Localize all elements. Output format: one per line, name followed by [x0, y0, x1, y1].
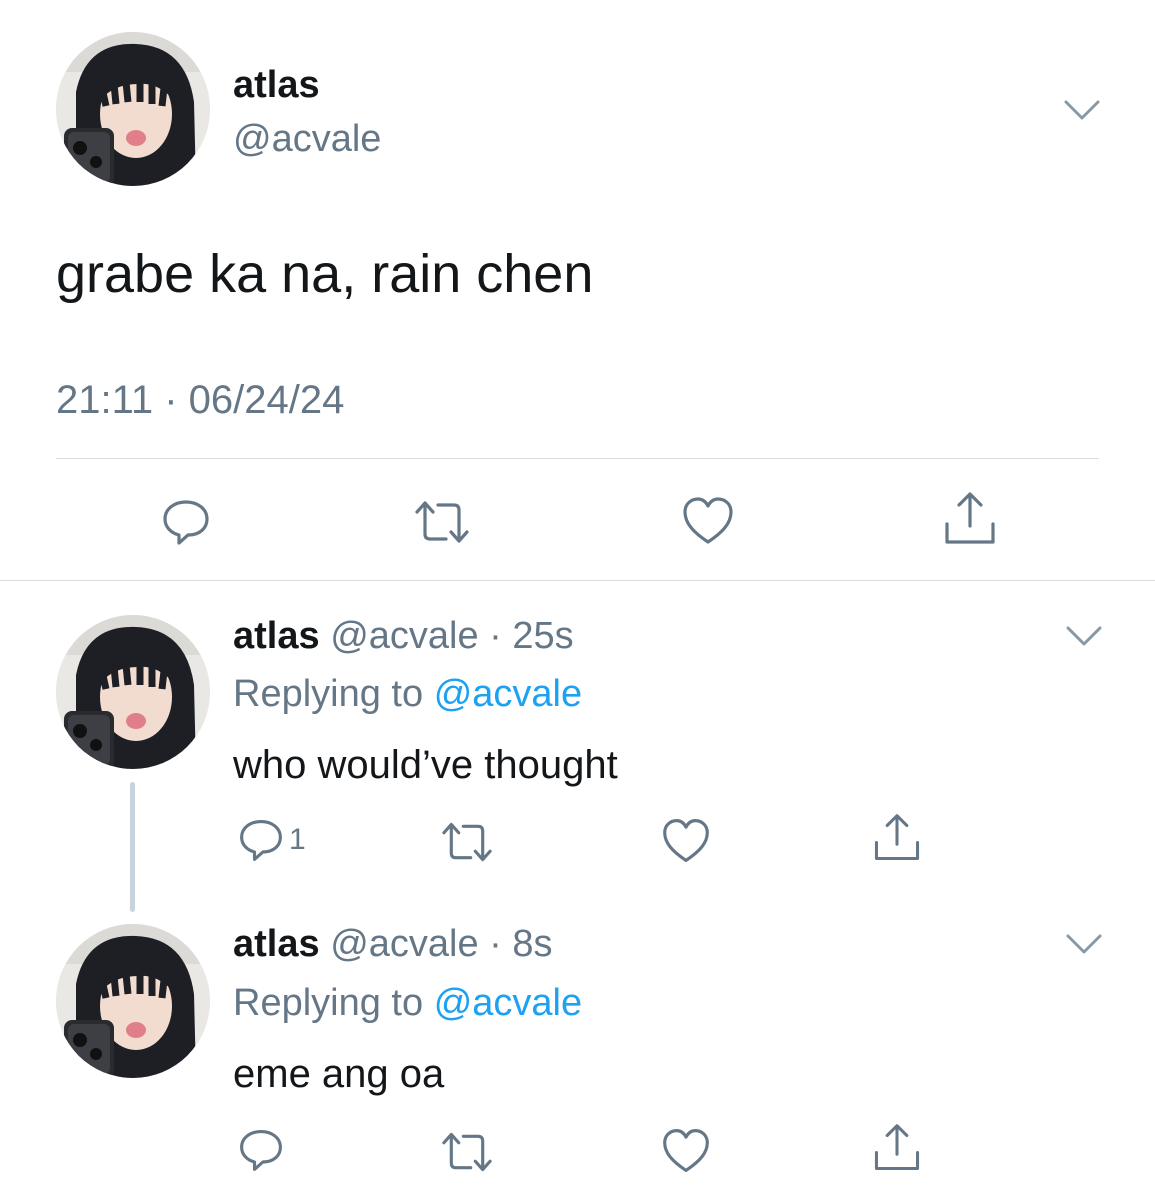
chevron-down-icon[interactable] [1060, 88, 1104, 132]
reply-icon [240, 819, 282, 861]
retweet-button[interactable] [440, 1128, 494, 1176]
share-icon [874, 1124, 920, 1171]
reply-button[interactable]: 1 [237, 816, 306, 864]
heart-icon [663, 819, 709, 863]
retweet-button[interactable] [440, 818, 494, 866]
mention-link[interactable]: @acvale [434, 673, 582, 715]
replying-to: Replying to @acvale [233, 980, 582, 1026]
reply-header: atlas @acvale · 25s [233, 613, 574, 659]
separator-dot: · [478, 615, 513, 657]
user-name[interactable]: atlas [233, 615, 320, 657]
avatar[interactable] [56, 32, 210, 186]
retweet-button[interactable] [413, 496, 471, 548]
tweet-text: eme ang oa [233, 1052, 445, 1096]
like-button[interactable] [661, 1126, 711, 1176]
like-button[interactable] [681, 494, 735, 548]
reply-count: 1 [289, 823, 306, 856]
user-name[interactable]: atlas [233, 923, 320, 965]
reply-button[interactable] [237, 1126, 289, 1174]
retweet-icon [442, 1132, 492, 1172]
tweet-text: who would’ve thought [233, 743, 618, 787]
like-button[interactable] [661, 816, 711, 866]
user-handle[interactable]: @acvale [233, 116, 381, 162]
share-button[interactable] [872, 1122, 922, 1174]
reply-button[interactable] [160, 496, 212, 548]
user-handle[interactable]: @acvale [330, 615, 478, 657]
tweet-timestamp[interactable]: 21:11 · 06/24/24 [56, 376, 344, 424]
user-name[interactable]: atlas [233, 62, 320, 108]
reply-icon [163, 500, 209, 545]
user-handle[interactable]: @acvale [330, 923, 478, 965]
avatar[interactable] [56, 615, 210, 769]
heart-icon [683, 497, 733, 544]
tweet-text: grabe ka na, rain chen [56, 244, 594, 304]
separator-dot: · [478, 923, 513, 965]
share-button[interactable] [872, 812, 922, 864]
avatar[interactable] [56, 924, 210, 1078]
tweet-time[interactable]: 8s [512, 923, 552, 965]
share-button[interactable] [942, 490, 998, 548]
divider [56, 458, 1099, 459]
replying-to-label: Replying to [233, 982, 424, 1024]
mention-link[interactable]: @acvale [434, 982, 582, 1024]
share-icon [945, 492, 995, 544]
replying-to: Replying to @acvale [233, 671, 582, 717]
divider [0, 580, 1155, 581]
reply-icon [240, 1129, 282, 1171]
chevron-down-icon[interactable] [1062, 614, 1106, 658]
chevron-down-icon[interactable] [1062, 922, 1106, 966]
heart-icon [663, 1129, 709, 1173]
retweet-icon [442, 822, 492, 862]
share-icon [874, 814, 920, 861]
reply-header: atlas @acvale · 8s [233, 921, 553, 967]
tweet-time[interactable]: 25s [512, 615, 573, 657]
retweet-icon [415, 501, 469, 543]
replying-to-label: Replying to [233, 673, 424, 715]
thread-line [130, 782, 135, 912]
